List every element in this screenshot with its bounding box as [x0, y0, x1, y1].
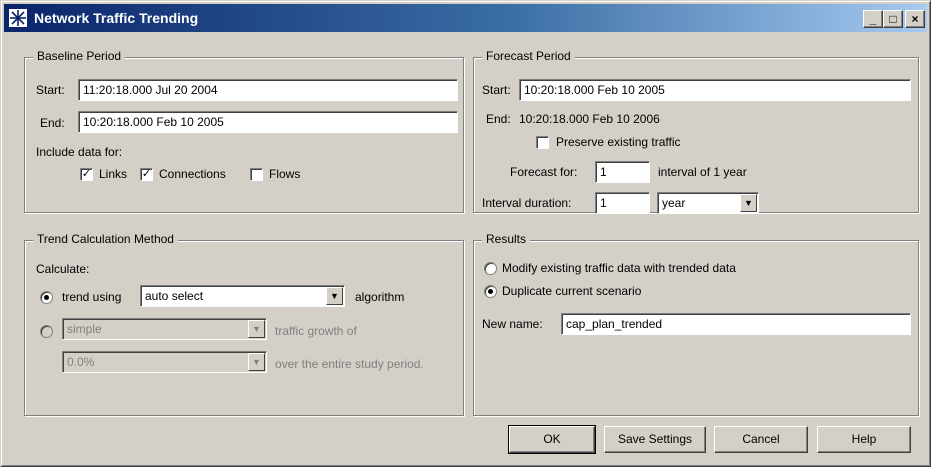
growth-type-select[interactable]: simple ▼ [62, 318, 267, 340]
minimize-button[interactable]: _ [863, 10, 883, 28]
interval-unit-select[interactable]: year ▼ [657, 192, 759, 214]
connections-checkbox[interactable]: ✓ [140, 168, 153, 181]
cancel-button[interactable]: Cancel [714, 426, 808, 453]
calculate-label: Calculate: [36, 262, 90, 276]
growth-suffix: traffic growth of [275, 324, 357, 338]
growth-value: 0.0% [62, 351, 267, 373]
help-button[interactable]: Help [817, 426, 911, 453]
trend-method-group: Trend Calculation Method Calculate: tren… [24, 232, 464, 416]
baseline-period-group: Baseline Period Start: 11:20:18.000 Jul … [24, 49, 464, 213]
preserve-traffic-label: Preserve existing traffic [556, 135, 681, 149]
modify-traffic-radio[interactable] [484, 262, 497, 275]
baseline-start-input[interactable]: 11:20:18.000 Jul 20 2004 [78, 79, 458, 101]
maximize-button[interactable]: □ [883, 10, 903, 28]
new-name-label: New name: [482, 317, 543, 331]
algorithm-value: auto select [140, 285, 345, 307]
preserve-traffic-checkbox[interactable] [536, 136, 549, 149]
forecast-period-group: Forecast Period Start: 10:20:18.000 Feb … [473, 49, 919, 214]
forecast-start-label: Start: [482, 83, 511, 97]
save-settings-button[interactable]: Save Settings [604, 426, 706, 453]
links-checkbox[interactable]: ✓ [80, 168, 93, 181]
duplicate-scenario-label: Duplicate current scenario [502, 284, 642, 298]
ok-button[interactable]: OK [508, 425, 596, 454]
new-name-input[interactable]: cap_plan_trended [561, 313, 911, 335]
app-icon [8, 8, 28, 28]
close-button[interactable]: × [905, 10, 925, 28]
forecast-legend: Forecast Period [482, 49, 575, 63]
window-title: Network Traffic Trending [34, 10, 199, 26]
interval-text: interval of 1 year [658, 165, 747, 179]
results-group: Results Modify existing traffic data wit… [473, 232, 919, 416]
growth-value-select[interactable]: 0.0% ▼ [62, 351, 267, 373]
baseline-start-label: Start: [36, 83, 65, 97]
growth-type-value: simple [62, 318, 267, 340]
forecast-start-input[interactable]: 10:20:18.000 Feb 10 2005 [519, 79, 911, 101]
duplicate-scenario-radio[interactable] [484, 285, 497, 298]
trend-using-radio[interactable] [40, 291, 53, 304]
baseline-legend: Baseline Period [33, 49, 126, 63]
forecast-for-label: Forecast for: [510, 165, 578, 179]
flows-checkbox[interactable] [250, 168, 263, 181]
trend-legend: Trend Calculation Method [33, 232, 178, 246]
modify-traffic-label: Modify existing traffic data with trende… [502, 261, 736, 275]
interval-duration-input[interactable]: 1 [595, 192, 650, 214]
chevron-down-icon[interactable]: ▼ [248, 353, 265, 371]
links-label: Links [99, 167, 128, 181]
results-legend: Results [482, 232, 531, 246]
trend-using-label: trend using [62, 290, 122, 304]
forecast-end-value: 10:20:18.000 Feb 10 2006 [519, 112, 660, 126]
flows-label: Flows [269, 167, 301, 181]
growth-radio[interactable] [40, 325, 53, 338]
title-bar[interactable]: Network Traffic Trending _ □ × [4, 4, 927, 32]
include-data-label: Include data for: [36, 145, 123, 159]
chevron-down-icon[interactable]: ▼ [248, 320, 265, 338]
chevron-down-icon[interactable]: ▼ [740, 194, 757, 212]
forecast-for-input[interactable]: 1 [595, 161, 650, 183]
chevron-down-icon[interactable]: ▼ [326, 287, 343, 305]
baseline-end-input[interactable]: 10:20:18.000 Feb 10 2005 [78, 111, 458, 133]
interval-duration-label: Interval duration: [482, 196, 572, 210]
algorithm-select[interactable]: auto select ▼ [140, 285, 345, 307]
forecast-end-label: End: [486, 112, 511, 126]
dialog-window: Network Traffic Trending _ □ × Baseline … [0, 0, 931, 467]
connections-label: Connections [159, 167, 226, 181]
growth-period-suffix: over the entire study period. [275, 357, 424, 371]
baseline-end-label: End: [40, 116, 65, 130]
algorithm-suffix: algorithm [355, 290, 405, 304]
